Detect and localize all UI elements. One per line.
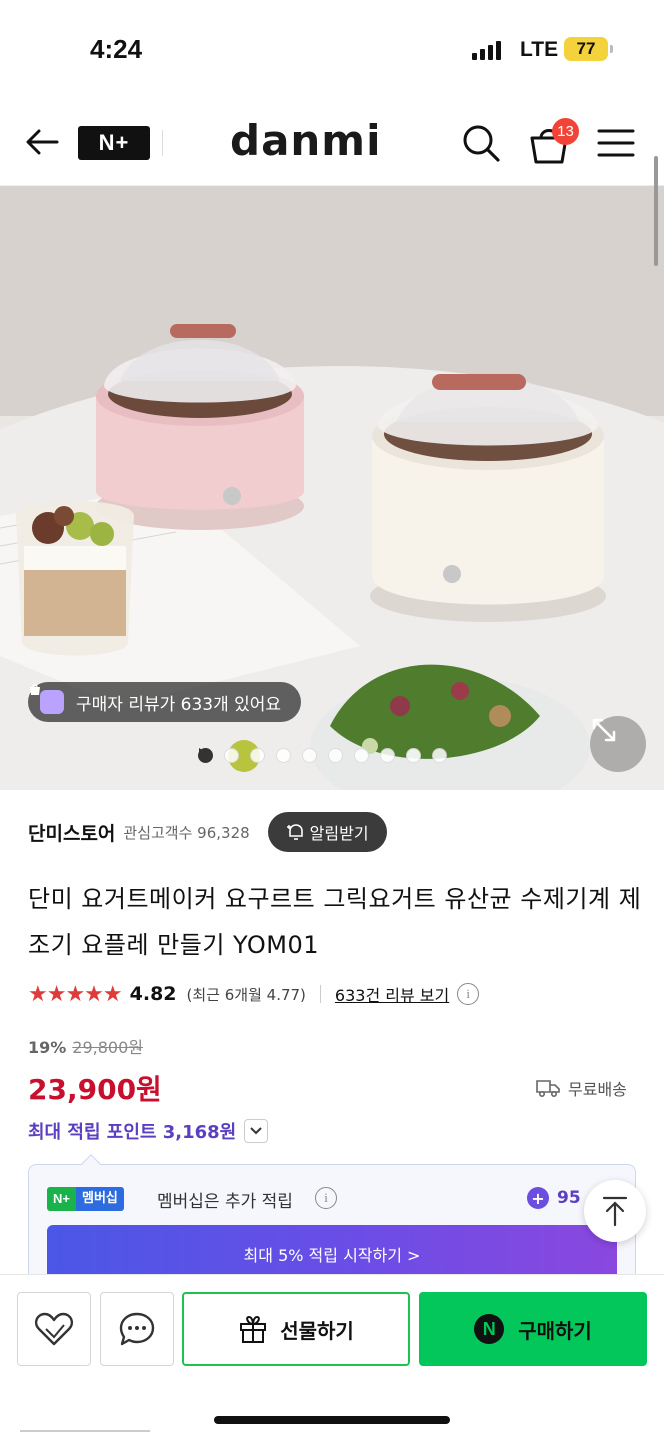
carousel-dot[interactable] <box>354 748 369 763</box>
scroll-indicator <box>654 156 658 266</box>
chevron-down-icon <box>250 1127 262 1135</box>
membership-badge: N+ 멤버십 <box>47 1187 124 1211</box>
expand-image-button[interactable] <box>590 716 646 772</box>
review-bag-icon <box>30 684 64 714</box>
status-time: 4:24 <box>90 34 143 64</box>
sale-price: 23,900원 <box>28 1073 162 1106</box>
home-indicator <box>214 1416 450 1424</box>
back-button[interactable] <box>22 122 62 162</box>
points-row: 최대 적립 포인트 3,168원 <box>28 1118 269 1144</box>
bell-plus-icon <box>286 824 303 840</box>
arrow-left-icon <box>26 129 59 155</box>
carousel-dot[interactable] <box>380 748 395 763</box>
product-title: 단미 요거트메이커 요구르트 그릭요거트 유산균 수제기계 제조기 요플레 만들… <box>28 885 642 959</box>
battery-cap <box>610 45 613 53</box>
membership-badge-label: 멤버십 <box>75 1187 124 1211</box>
truck-icon <box>536 1080 560 1098</box>
buy-label: 구매하기 <box>518 1318 592 1343</box>
membership-text: 멤버십은 추가 적립 <box>157 1192 293 1212</box>
carousel-dots <box>198 748 447 763</box>
membership-badge-n: N+ <box>47 1187 76 1211</box>
gift-label: 선물하기 <box>280 1318 354 1343</box>
wishlist-button[interactable] <box>17 1292 91 1366</box>
review-link[interactable]: 633건 리뷰 보기 <box>335 982 449 1006</box>
video-play-dot[interactable] <box>199 748 421 763</box>
heart-icon <box>34 1312 74 1346</box>
plus-circle-icon: + <box>527 1187 549 1209</box>
chat-button[interactable] <box>100 1292 174 1366</box>
naver-pay-icon: N <box>474 1314 505 1344</box>
carousel-dot[interactable] <box>276 748 291 763</box>
carousel-dot[interactable] <box>224 748 239 763</box>
store-row: 단미스토어 관심고객수 96,328 알림받기 <box>28 812 387 852</box>
battery-icon: 77 <box>564 37 608 61</box>
rating-separator <box>319 985 321 1003</box>
shipping-label: 무료배송 <box>568 1080 627 1099</box>
max-points: 최대 적립 포인트 3,168원 <box>28 1122 237 1143</box>
carousel-dot[interactable] <box>328 748 343 763</box>
points-expand-button[interactable] <box>244 1119 269 1143</box>
brand-logo[interactable]: danmi <box>230 116 381 165</box>
header-divider <box>162 130 163 156</box>
rating-stars: ★★★★★ <box>28 981 123 1007</box>
cart-count-badge: 13 <box>552 118 579 145</box>
chat-bubble-icon <box>119 1312 155 1346</box>
scroll-to-top-button[interactable] <box>584 1180 646 1242</box>
original-price: 29,800원 <box>72 1038 144 1057</box>
notify-button[interactable]: 알림받기 <box>267 812 387 852</box>
gift-button[interactable]: 선물하기 <box>182 1292 410 1366</box>
shipping-info: 무료배송 <box>536 1076 627 1100</box>
carousel-dot[interactable] <box>432 748 447 763</box>
store-name[interactable]: 단미스토어 <box>28 819 115 846</box>
arrow-up-icon <box>602 1196 628 1227</box>
status-bar: 4:24 LTE 77 <box>0 0 664 100</box>
buy-button[interactable]: N 구매하기 <box>419 1292 647 1366</box>
bottom-divider-line <box>20 1430 150 1432</box>
menu-button[interactable] <box>596 126 636 160</box>
review-pill-text: 구매자 리뷰가 633개 있어요 <box>76 694 282 715</box>
membership-extra-value: 95 <box>557 1188 581 1208</box>
membership-extra: + 95 <box>527 1187 581 1209</box>
search-icon <box>463 125 500 162</box>
rating-value: 4.82 <box>129 983 177 1005</box>
membership-info-icon[interactable]: i <box>315 1187 337 1209</box>
hamburger-icon <box>597 129 635 157</box>
signal-icon <box>472 40 501 60</box>
expand-icon <box>592 718 616 742</box>
network-label: LTE <box>520 38 559 61</box>
product-image-carousel[interactable]: 구매자 리뷰가 633개 있어요 <box>0 186 664 790</box>
notify-label: 알림받기 <box>309 824 369 843</box>
follower-count: 관심고객수 96,328 <box>123 823 250 842</box>
info-icon[interactable]: i <box>457 983 480 1005</box>
nplus-logo[interactable]: N+ <box>78 126 150 160</box>
search-button[interactable] <box>460 122 502 164</box>
recent-rating: (최근 6개월 4.77) <box>186 985 306 1004</box>
header: N+ danmi 13 <box>0 100 664 186</box>
discount-rate: 19% <box>28 1038 67 1057</box>
carousel-dot[interactable] <box>250 748 265 763</box>
rating-row: ★★★★★ 4.82 (최근 6개월 4.77) 633건 리뷰 보기 i <box>28 980 480 1008</box>
carousel-dot[interactable] <box>302 748 317 763</box>
play-icon <box>199 748 206 756</box>
gift-icon <box>240 1315 267 1343</box>
discount-row: 19% 29,800원 <box>28 1034 143 1058</box>
review-count-pill[interactable]: 구매자 리뷰가 633개 있어요 <box>28 682 302 722</box>
